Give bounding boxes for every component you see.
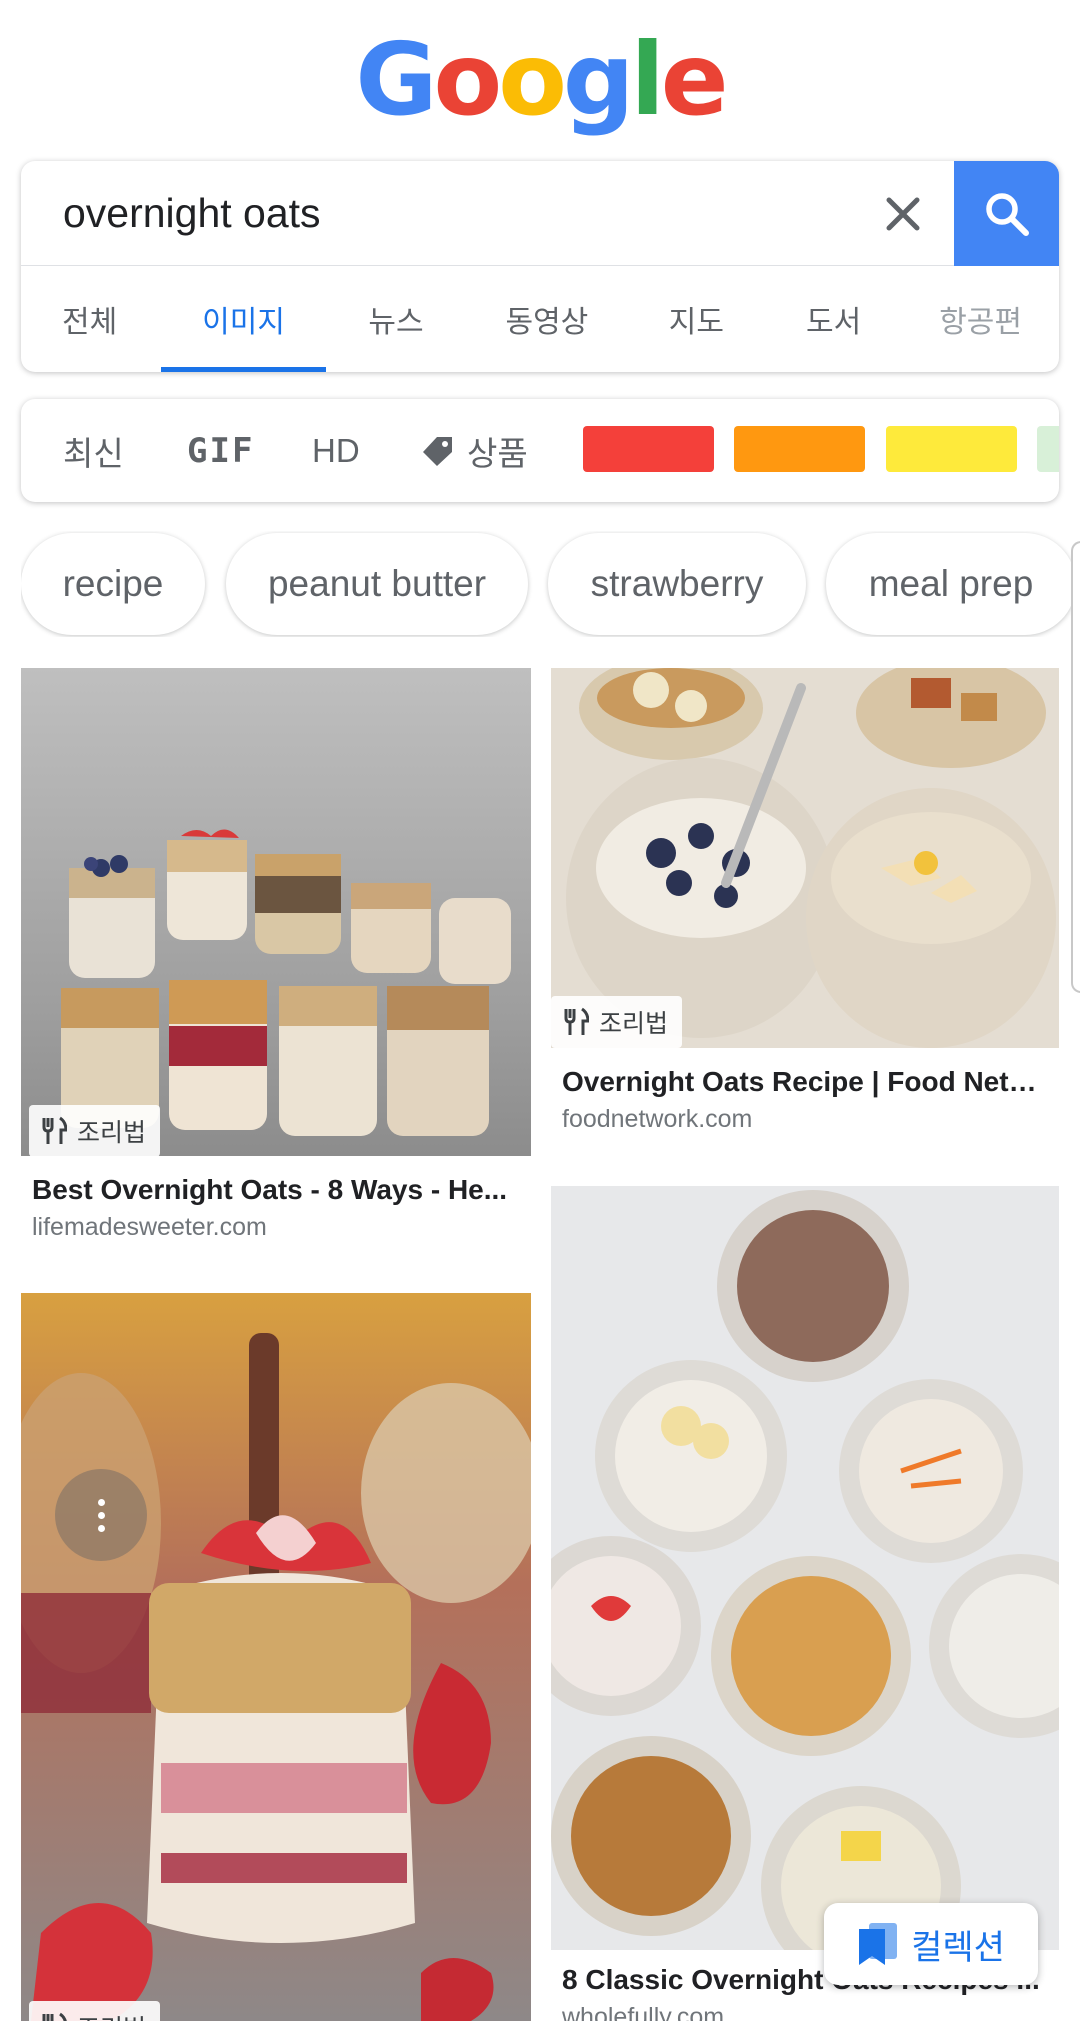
tab-all[interactable]: 전체 bbox=[21, 266, 158, 372]
result-source: wholefully.com bbox=[562, 2003, 725, 2021]
recipe-badge: 조리법 bbox=[29, 2001, 161, 2021]
search-tabs: 전체 이미지 뉴스 동영상 지도 도서 항공편 bbox=[21, 266, 1059, 372]
scroll-handle[interactable] bbox=[1071, 541, 1080, 993]
logo-letter: g bbox=[562, 21, 635, 138]
logo-letter: o bbox=[498, 21, 567, 138]
tag-icon bbox=[423, 436, 452, 466]
logo-letter: o bbox=[433, 21, 502, 138]
color-swatch-red[interactable] bbox=[583, 426, 714, 472]
result-thumbnail bbox=[21, 668, 531, 1156]
google-logo: Google bbox=[0, 30, 1080, 130]
search-input[interactable] bbox=[63, 161, 843, 266]
image-result[interactable]: 조리법 Best Overnight Oats - 8 Ways - He...… bbox=[21, 668, 531, 1248]
collection-button[interactable]: 컬렉션 bbox=[824, 1903, 1038, 1985]
result-thumbnail bbox=[21, 1293, 531, 2021]
utensils-icon bbox=[42, 2012, 67, 2021]
image-result[interactable]: 조리법 Overnight Oats Recipe | Food Netw...… bbox=[551, 668, 1059, 1138]
clear-button[interactable] bbox=[872, 183, 934, 245]
result-title: Best Overnight Oats - 8 Ways - He... bbox=[32, 1174, 508, 1205]
tab-news[interactable]: 뉴스 bbox=[326, 266, 466, 372]
recipe-badge-label: 조리법 bbox=[77, 2009, 146, 2021]
logo-letter: l bbox=[630, 21, 664, 138]
logo-letter: G bbox=[355, 21, 437, 138]
color-swatch-orange[interactable] bbox=[734, 426, 865, 472]
filter-products-label: 상품 bbox=[467, 433, 528, 473]
filter-bar: 최신 GIF HD 상품 bbox=[21, 399, 1059, 502]
result-source: lifemadesweeter.com bbox=[32, 1213, 267, 1241]
color-swatch-yellow[interactable] bbox=[886, 426, 1017, 472]
color-swatch-green[interactable] bbox=[1037, 426, 1059, 472]
filter-recent[interactable]: 최신 bbox=[63, 399, 124, 502]
filter-hd[interactable]: HD bbox=[312, 399, 360, 502]
result-title: Overnight Oats Recipe | Food Netw... bbox=[562, 1066, 1047, 1097]
filter-gif-label: GIF bbox=[187, 430, 255, 471]
filter-products[interactable]: 상품 bbox=[421, 399, 528, 502]
chip-meal-prep[interactable]: meal prep bbox=[826, 533, 1076, 635]
more-vertical-icon bbox=[97, 1498, 105, 1506]
logo-letter: e bbox=[660, 21, 729, 138]
search-card: 전체 이미지 뉴스 동영상 지도 도서 항공편 bbox=[21, 161, 1059, 372]
more-vertical-icon bbox=[97, 1524, 105, 1532]
recipe-badge-label: 조리법 bbox=[599, 1009, 669, 1038]
utensils-icon bbox=[42, 1116, 67, 1144]
result-thumbnail bbox=[551, 1186, 1059, 1950]
tab-maps[interactable]: 지도 bbox=[628, 266, 765, 372]
utensils-icon bbox=[564, 1007, 589, 1035]
more-vertical-icon bbox=[97, 1511, 105, 1519]
tab-books[interactable]: 도서 bbox=[765, 266, 902, 372]
collection-label: 컬렉션 bbox=[911, 1927, 1005, 1968]
recipe-badge-label: 조리법 bbox=[77, 1118, 147, 1147]
tab-videos[interactable]: 동영상 bbox=[466, 266, 628, 372]
filter-gif[interactable]: GIF bbox=[187, 399, 254, 502]
search-icon bbox=[985, 192, 1029, 236]
bookmark-icon bbox=[859, 1923, 898, 1965]
recipe-badge: 조리법 bbox=[29, 1105, 161, 1157]
close-icon bbox=[886, 197, 920, 231]
tab-flights[interactable]: 항공편 bbox=[902, 266, 1059, 372]
image-result[interactable]: 8 Classic Overnight Oats Recipes ... who… bbox=[551, 1186, 1059, 2021]
chip-strawberry[interactable]: strawberry bbox=[548, 533, 806, 635]
chip-recipe[interactable]: recipe bbox=[21, 533, 205, 635]
search-bar bbox=[21, 161, 1059, 266]
tab-images[interactable]: 이미지 bbox=[161, 266, 326, 372]
chip-peanut-butter[interactable]: peanut butter bbox=[226, 533, 528, 635]
result-source: foodnetwork.com bbox=[562, 1105, 753, 1133]
more-options-button[interactable] bbox=[55, 1469, 147, 1561]
result-thumbnail bbox=[551, 668, 1059, 1048]
recipe-badge: 조리법 bbox=[551, 996, 683, 1048]
image-result[interactable]: 조리법 bbox=[21, 1293, 531, 2021]
search-button[interactable] bbox=[954, 161, 1059, 266]
related-chips: recipe peanut butter strawberry meal pre… bbox=[21, 531, 1080, 637]
